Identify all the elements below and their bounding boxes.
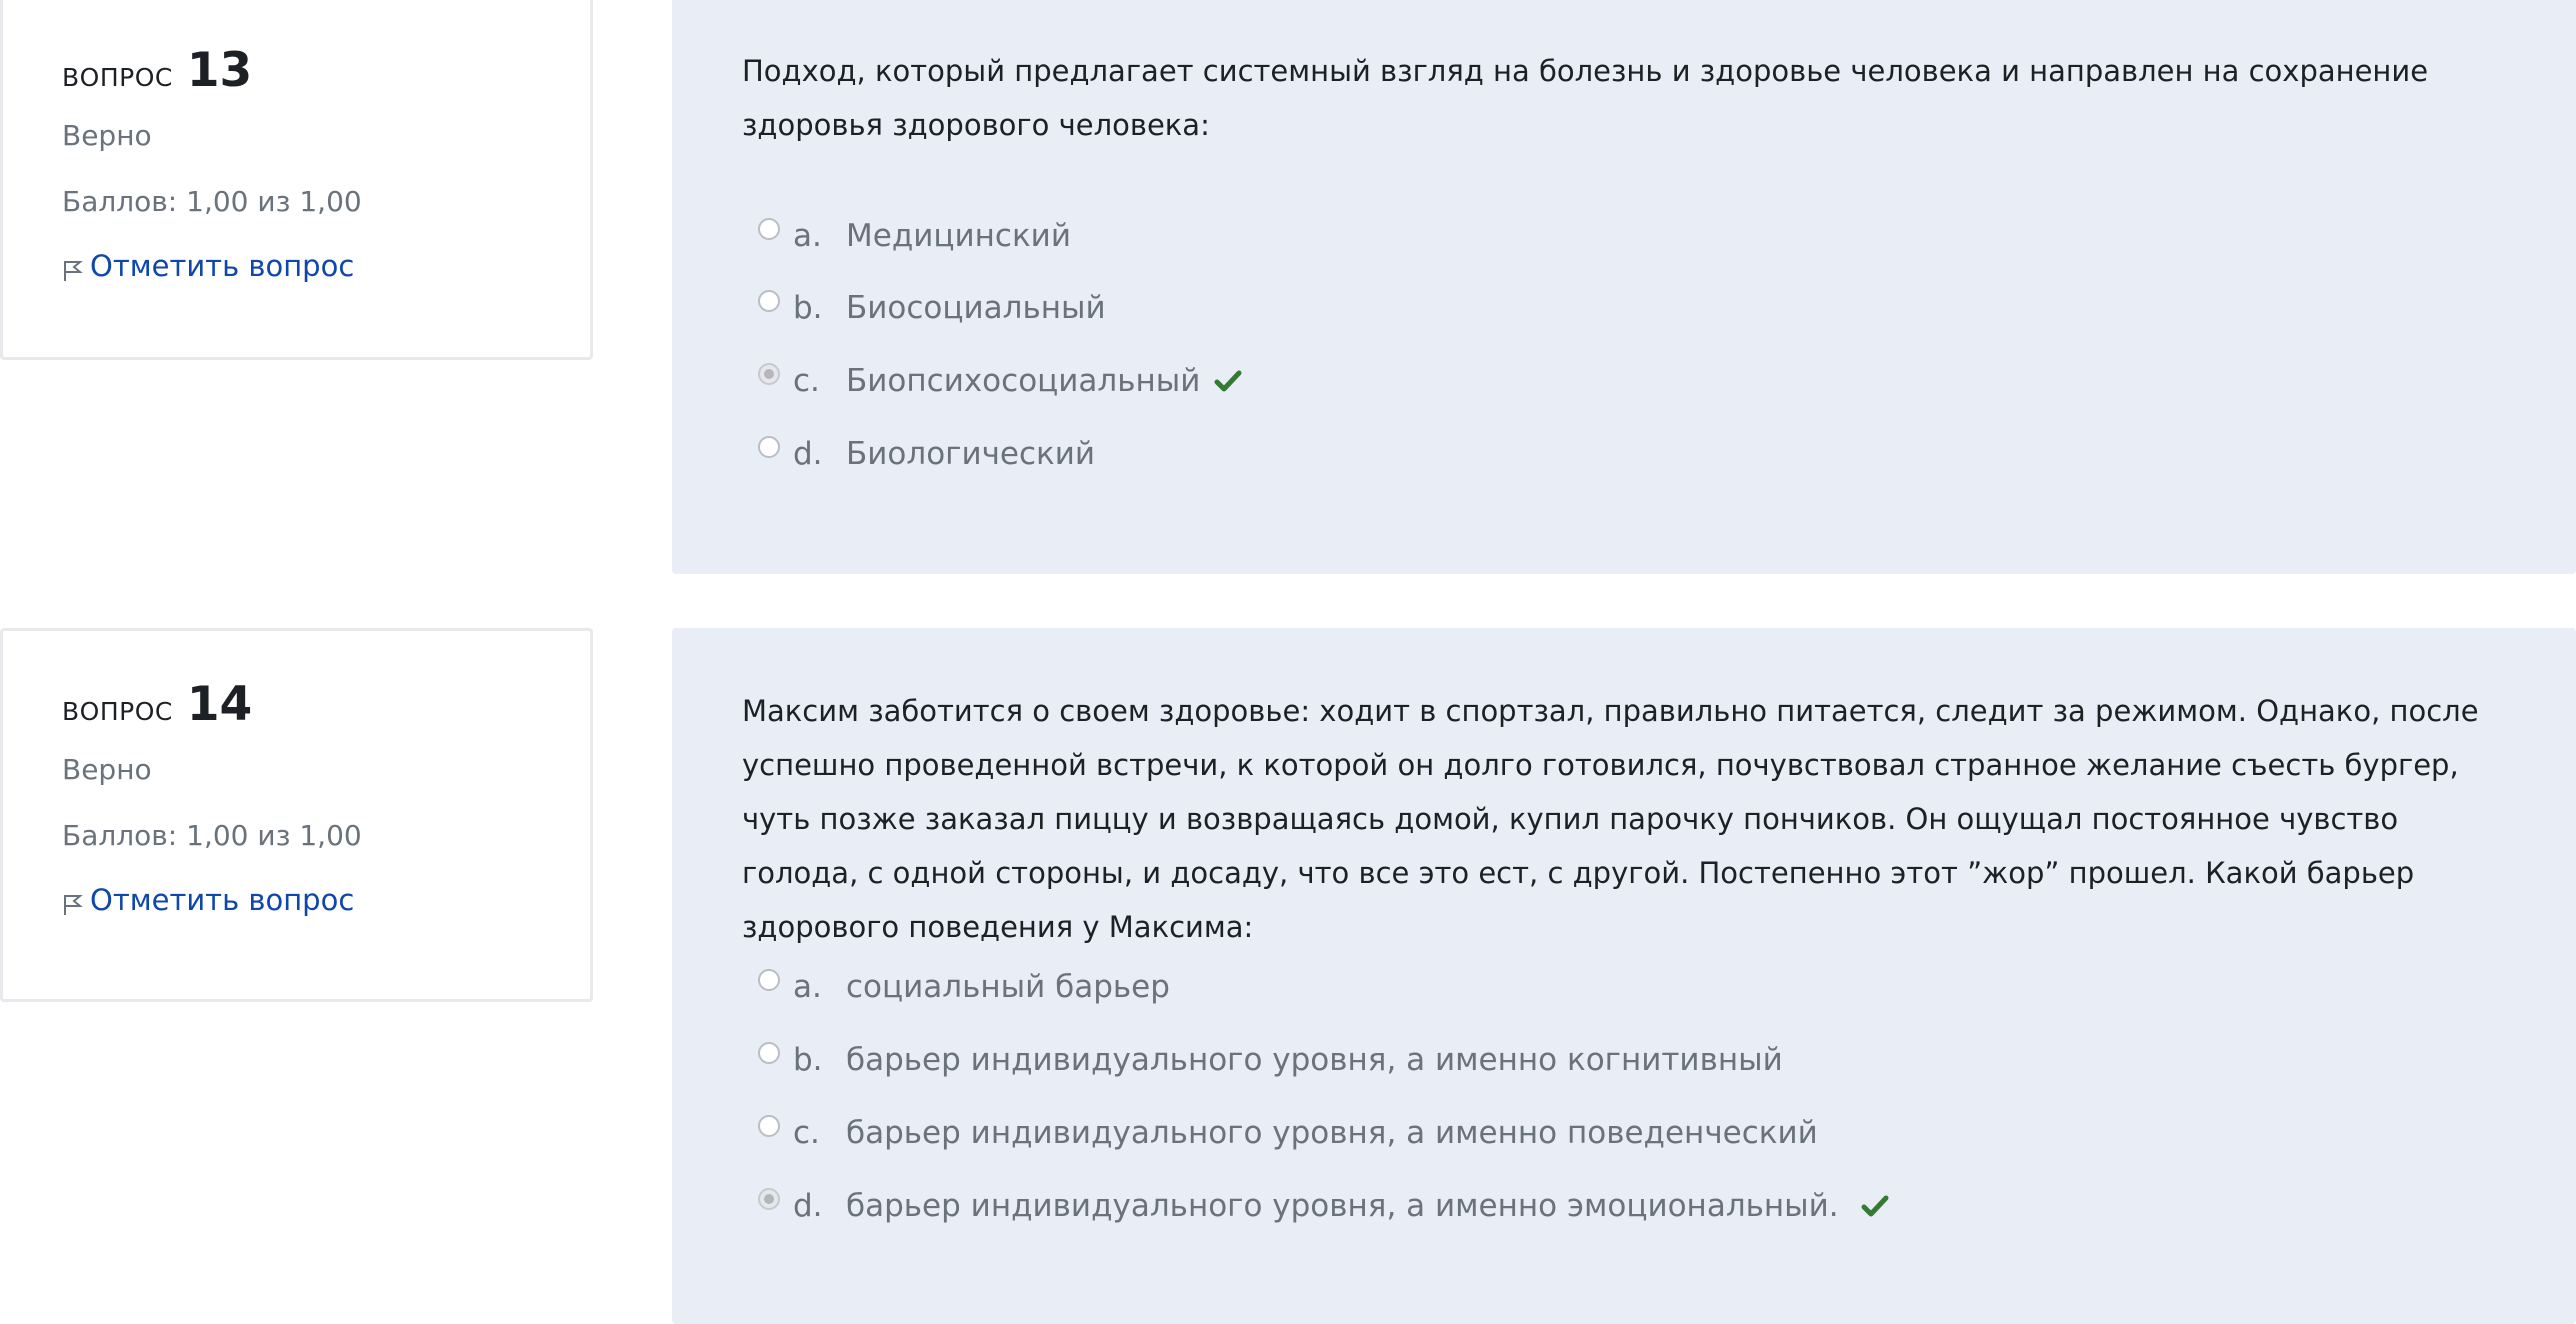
answer-option[interactable]: b. барьер индивидуального уровня, а имен…	[758, 1040, 1783, 1080]
answer-letter: d.	[793, 436, 823, 472]
answer-letter: c.	[793, 1115, 820, 1151]
answer-option-selected[interactable]: d. барьер индивидуального уровня, а имен…	[758, 1186, 1889, 1226]
answer-text: социальный барьер	[846, 969, 1170, 1005]
question-label: Вопрос	[62, 688, 173, 729]
answer-letter: a.	[793, 218, 822, 254]
question-grade: Баллов: 1,00 из 1,00	[62, 185, 362, 218]
answer-radio[interactable]	[758, 218, 780, 240]
answer-radio-checked[interactable]	[758, 1188, 780, 1210]
answer-letter: b.	[793, 290, 823, 326]
answer-option[interactable]: a. социальный барьер	[758, 967, 1170, 1007]
question-number: 13	[186, 43, 253, 98]
answer-option[interactable]: d. Биологический	[758, 434, 1095, 474]
answer-text: Биологический	[846, 436, 1096, 472]
answer-letter: a.	[793, 969, 822, 1005]
question-label: Вопрос	[62, 54, 173, 95]
answer-option-selected[interactable]: c. Биопсихосоциальный	[758, 361, 1242, 401]
check-icon	[1861, 1195, 1889, 1217]
question-number: 14	[186, 677, 253, 732]
question-info-card: Вопрос 14 Верно Баллов: 1,00 из 1,00 Отм…	[0, 628, 593, 1002]
answer-radio[interactable]	[758, 1042, 780, 1064]
question-state: Верно	[62, 753, 152, 786]
answer-text: барьер индивидуального уровня, а именно …	[846, 1115, 1818, 1151]
question-content-card: Подход, который предлагает системный взг…	[672, 0, 2576, 574]
answer-text: Биосоциальный	[846, 290, 1106, 326]
answer-option[interactable]: c. барьер индивидуального уровня, а имен…	[758, 1113, 1818, 1153]
answer-radio[interactable]	[758, 290, 780, 312]
question-state: Верно	[62, 119, 152, 152]
answer-option[interactable]: b. Биосоциальный	[758, 288, 1106, 328]
question-title: Вопрос 14	[62, 677, 252, 732]
answer-text: Биопсихосоциальный	[846, 363, 1201, 399]
answer-radio-checked[interactable]	[758, 363, 780, 385]
flag-icon	[64, 895, 83, 915]
answer-letter: d.	[793, 1188, 823, 1224]
question-text: Максим заботится о своем здоровье: ходит…	[742, 694, 2479, 944]
question-info-card: Вопрос 13 Верно Баллов: 1,00 из 1,00 Отм…	[0, 0, 593, 360]
flag-question-link[interactable]: Отметить вопрос	[62, 249, 354, 283]
question-title: Вопрос 13	[62, 43, 252, 98]
quiz-review-page: Вопрос 13 Верно Баллов: 1,00 из 1,00 Отм…	[0, 0, 2576, 1324]
answer-radio[interactable]	[758, 1115, 780, 1137]
answer-radio[interactable]	[758, 969, 780, 991]
answer-text: Медицинский	[846, 218, 1071, 254]
answer-text: барьер индивидуального уровня, а именно …	[846, 1188, 1839, 1224]
question-text: Подход, который предлагает системный взг…	[742, 54, 2429, 142]
question-content-card: Максим заботится о своем здоровье: ходит…	[672, 628, 2576, 1324]
question-grade: Баллов: 1,00 из 1,00	[62, 819, 362, 852]
flag-question-link[interactable]: Отметить вопрос	[62, 883, 354, 917]
answer-letter: c.	[793, 363, 820, 399]
flag-question-label: Отметить вопрос	[90, 883, 355, 917]
flag-question-label: Отметить вопрос	[90, 249, 355, 283]
answer-radio[interactable]	[758, 436, 780, 458]
answer-text: барьер индивидуального уровня, а именно …	[846, 1042, 1783, 1078]
answer-letter: b.	[793, 1042, 823, 1078]
flag-icon	[64, 261, 83, 281]
answer-option[interactable]: a. Медицинский	[758, 216, 1071, 256]
check-icon	[1214, 370, 1242, 392]
